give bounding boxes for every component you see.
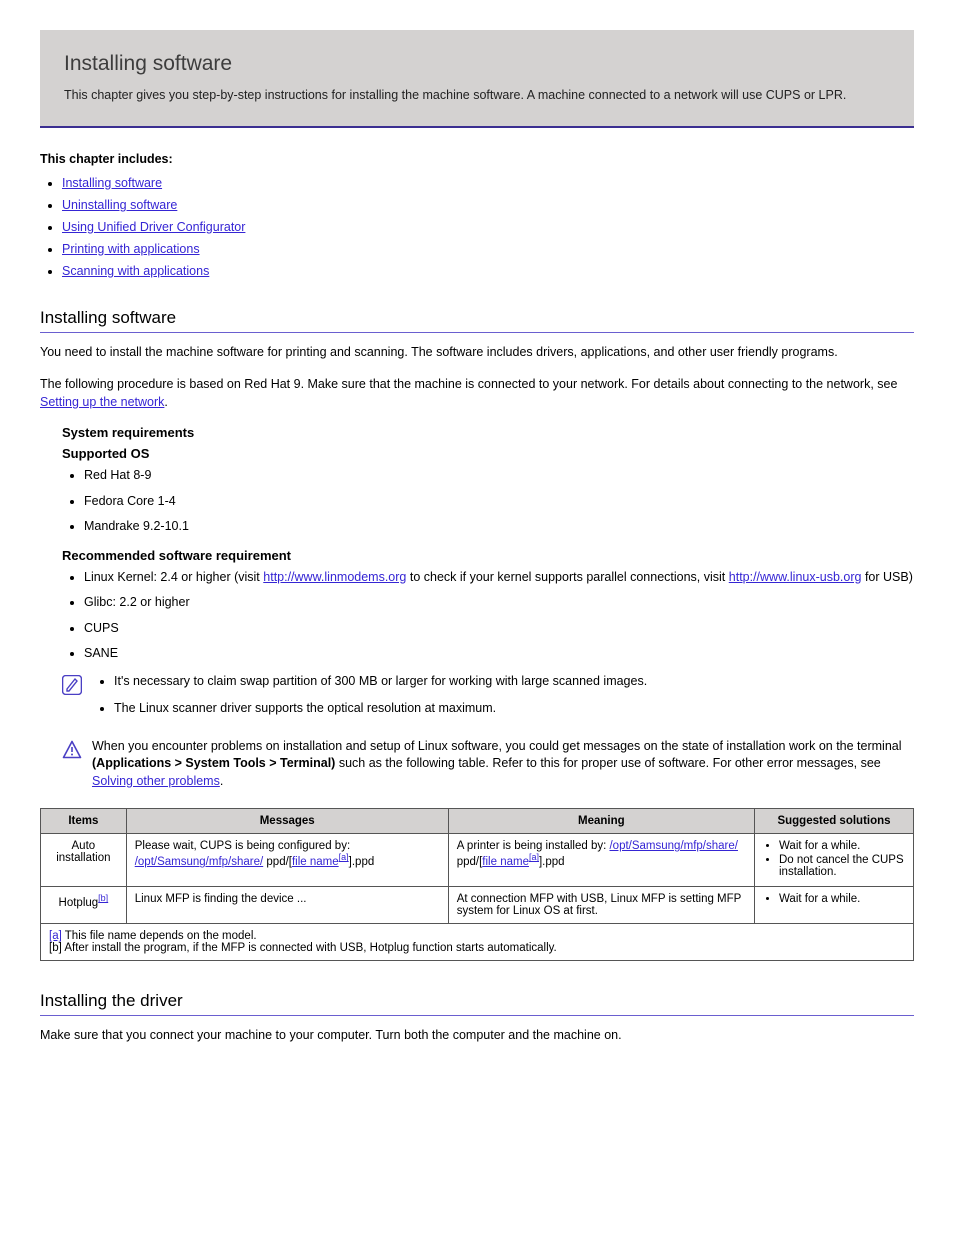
env-table: Items Messages Meaning Suggested solutio… <box>40 808 914 961</box>
cell-item: Auto installation <box>41 834 127 887</box>
th-meaning: Meaning <box>448 809 754 834</box>
list-item: SANE <box>84 645 914 663</box>
link-ppd-path2[interactable]: /opt/Samsung/mfp/share/ <box>609 840 737 852</box>
caution-icon <box>62 740 82 760</box>
table-row: Hotplug[b] Linux MFP is finding the devi… <box>41 887 914 924</box>
section-rule <box>40 1015 914 1016</box>
chapter-intro: This chapter gives you step-by-step inst… <box>64 88 890 102</box>
text: ppd/ <box>457 856 479 868</box>
list-item: CUPS <box>84 620 914 638</box>
ref-a[interactable]: [a] <box>339 852 349 862</box>
text: . <box>220 774 223 788</box>
text: ppd/ <box>263 856 289 868</box>
list-item: Linux Kernel: 2.4 or higher (visit http:… <box>84 569 914 587</box>
link-solving-problems[interactable]: Solving other problems <box>92 774 220 788</box>
list-item: Wait for a while. <box>779 893 905 905</box>
text: (Applications > System Tools > Terminal) <box>92 756 335 770</box>
text: . <box>164 395 167 409</box>
th-messages: Messages <box>126 809 448 834</box>
chapter-banner: Installing software This chapter gives y… <box>40 30 914 128</box>
note-callout: It's necessary to claim swap partition o… <box>62 673 914 728</box>
toc-link-printing[interactable]: Printing with applications <box>62 242 200 256</box>
list-item: Using Unified Driver Configurator <box>62 220 914 234</box>
text: When you encounter problems on installat… <box>92 739 902 753</box>
text: This file name depends on the model. <box>62 930 257 942</box>
toc-link-unified[interactable]: Using Unified Driver Configurator <box>62 220 245 234</box>
section-heading-driver: Installing the driver <box>40 991 914 1011</box>
link-filename2[interactable]: file name <box>482 856 529 868</box>
toc-label: This chapter includes: <box>40 152 914 166</box>
cell-messages: Linux MFP is finding the device ... <box>126 887 448 924</box>
link-linux-usb[interactable]: http://www.linux-usb.org <box>729 570 862 584</box>
note-icon <box>62 675 82 695</box>
ref-b[interactable]: [b] <box>98 893 108 903</box>
sw-list: Linux Kernel: 2.4 or higher (visit http:… <box>62 569 914 663</box>
list-item: Mandrake 9.2-10.1 <box>84 518 914 536</box>
list-item: The Linux scanner driver supports the op… <box>114 700 647 718</box>
note-list: It's necessary to claim swap partition o… <box>92 673 647 728</box>
th-items: Items <box>41 809 127 834</box>
toc-list: Installing software Uninstalling softwar… <box>40 176 914 278</box>
text: ].ppd <box>539 856 565 868</box>
text: such as the following table. Refer to th… <box>335 756 880 770</box>
caution-text: When you encounter problems on installat… <box>92 738 914 791</box>
list-item: Installing software <box>62 176 914 190</box>
table-row: Auto installation Please wait, CUPS is b… <box>41 834 914 887</box>
list-item: Wait for a while. <box>779 840 905 852</box>
section-heading-install: Installing software <box>40 308 914 328</box>
section-rule <box>40 332 914 333</box>
cell-solutions: Wait for a while. <box>755 887 914 924</box>
table-footnotes: [a] This file name depends on the model.… <box>41 924 914 961</box>
footnote-a-ref[interactable]: [a] <box>49 930 62 942</box>
list-item: Uninstalling software <box>62 198 914 212</box>
link-ppd-path[interactable]: /opt/Samsung/mfp/share/ <box>135 856 263 868</box>
list-item: It's necessary to claim swap partition o… <box>114 673 647 691</box>
list-item: Glibc: 2.2 or higher <box>84 594 914 612</box>
text: ].ppd <box>349 856 375 868</box>
ref-a2[interactable]: [a] <box>529 852 539 862</box>
table-header-row: Items Messages Meaning Suggested solutio… <box>41 809 914 834</box>
text: Please wait, CUPS is being configured by… <box>135 840 350 852</box>
driver-para: Make sure that you connect your machine … <box>40 1026 914 1044</box>
cell-item: Hotplug[b] <box>41 887 127 924</box>
os-list: Red Hat 8-9 Fedora Core 1-4 Mandrake 9.2… <box>62 467 914 536</box>
system-req-heading: System requirements <box>62 425 914 440</box>
text: A printer is being installed by: <box>457 840 610 852</box>
text: The following procedure is based on Red … <box>40 377 897 391</box>
toc-link-scanning[interactable]: Scanning with applications <box>62 264 209 278</box>
supported-os-label: Supported OS <box>62 446 914 461</box>
list-item: Printing with applications <box>62 242 914 256</box>
link-linmodems[interactable]: http://www.linmodems.org <box>263 570 406 584</box>
th-solutions: Suggested solutions <box>755 809 914 834</box>
cell-solutions: Wait for a while. Do not cancel the CUPS… <box>755 834 914 887</box>
list-item: Fedora Core 1-4 <box>84 493 914 511</box>
toc-link-install[interactable]: Installing software <box>62 176 162 190</box>
cell-meaning: At connection MFP with USB, Linux MFP is… <box>448 887 754 924</box>
text: for USB) <box>861 570 912 584</box>
chapter-title: Installing software <box>64 52 890 76</box>
install-para1: You need to install the machine software… <box>40 343 914 361</box>
list-item: Scanning with applications <box>62 264 914 278</box>
toc-link-uninstall[interactable]: Uninstalling software <box>62 198 177 212</box>
recommended-sw-label: Recommended software requirement <box>62 548 914 563</box>
link-filename[interactable]: file name <box>292 856 339 868</box>
text: to check if your kernel supports paralle… <box>406 570 728 584</box>
text: [b] After install the program, if the MF… <box>49 942 905 954</box>
list-item: Red Hat 8-9 <box>84 467 914 485</box>
link-setup-network[interactable]: Setting up the network <box>40 395 164 409</box>
cell-meaning: A printer is being installed by: /opt/Sa… <box>448 834 754 887</box>
text: Hotplug <box>59 897 99 909</box>
cell-messages: Please wait, CUPS is being configured by… <box>126 834 448 887</box>
caution-callout: When you encounter problems on installat… <box>62 738 914 791</box>
list-item: Do not cancel the CUPS installation. <box>779 854 905 878</box>
text: Linux Kernel: 2.4 or higher (visit <box>84 570 263 584</box>
install-para2: The following procedure is based on Red … <box>40 375 914 411</box>
footnotes-cell: [a] This file name depends on the model.… <box>41 924 914 961</box>
